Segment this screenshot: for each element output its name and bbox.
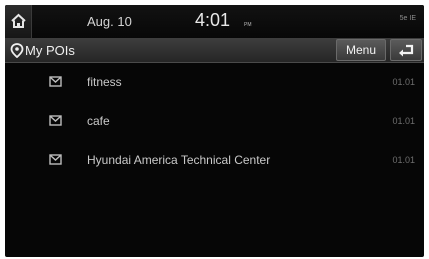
list-item[interactable]: cafe 01.01 [5,102,424,141]
poi-name: Hyundai America Technical Center [87,153,271,167]
title-bar: My POIs Menu [5,38,424,63]
page-title: My POIs [25,43,75,58]
status-ampm: PM [244,22,252,28]
status-indicators: 5e IE [399,15,416,22]
back-arrow-icon [399,44,414,57]
menu-button[interactable]: Menu [336,39,386,61]
envelope-icon [49,76,62,87]
infotainment-screen: Aug. 10 4:01 PM 5e IE My POIs Menu fitne… [5,5,424,257]
poi-code: 01.01 [392,77,415,87]
poi-code: 01.01 [392,116,415,126]
poi-name: cafe [87,114,110,128]
home-icon [11,13,26,28]
status-date: Aug. 10 [87,14,132,29]
status-bar: Aug. 10 4:01 PM 5e IE [5,5,424,39]
poi-list: fitness 01.01 cafe 01.01 Hyundai America… [5,63,424,180]
location-pin-icon [10,43,24,58]
list-item[interactable]: Hyundai America Technical Center 01.01 [5,141,424,180]
envelope-icon [49,154,62,165]
status-time: 4:01 [195,10,231,30]
envelope-icon [49,115,62,126]
poi-name: fitness [87,75,122,89]
home-button[interactable] [5,5,32,38]
back-button[interactable] [390,39,422,61]
list-item[interactable]: fitness 01.01 [5,63,424,102]
poi-code: 01.01 [392,155,415,165]
